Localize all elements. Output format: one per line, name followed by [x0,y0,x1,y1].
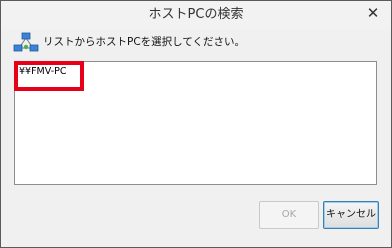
cancel-button[interactable]: キャンセル [323,201,379,229]
network-computers-icon [13,32,39,52]
highlight-annotation [14,61,84,91]
dialog-body: リストからホストPCを選択してください。 ¥¥FMV-PC OK キャンセル [7,29,385,241]
ok-button[interactable]: OK [259,201,319,229]
title-bar: ホストPCの検索 ✕ [1,1,391,29]
host-search-dialog: ホストPCの検索 ✕ リストからホストPCを選択してください。 ¥¥FMV-PC… [0,0,392,248]
instruction-text: リストからホストPCを選択してください。 [43,36,246,48]
close-button[interactable]: ✕ [361,3,385,23]
window-title: ホストPCの検索 [148,7,244,22]
